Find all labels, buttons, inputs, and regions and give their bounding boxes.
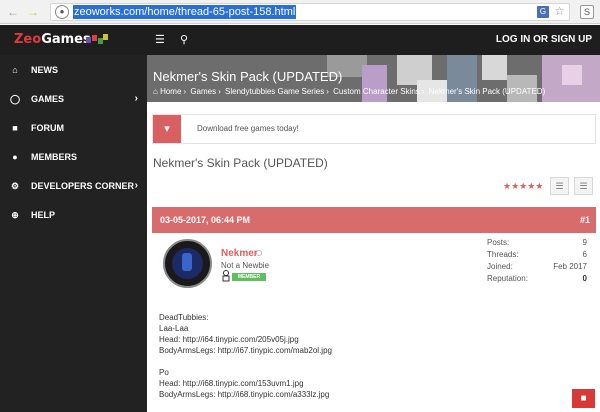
stat-posts: Posts: 9	[487, 238, 587, 247]
post-line: BodyArmsLegs: http://i67.tinypic.com/mab…	[159, 346, 332, 355]
url-text[interactable]: zeoworks.com/home/thread-65-post-158.htm…	[73, 5, 297, 19]
user-stats: Posts: 9 Threads: 6 Joined: Feb 2017 Rep…	[487, 237, 587, 285]
site-logo[interactable]: ZeoGames	[14, 32, 91, 47]
home-icon: ⌂	[12, 65, 18, 75]
stat-reputation: Reputation: 0	[487, 274, 587, 283]
download-icon: ▾	[153, 115, 181, 143]
sidebar-item-games[interactable]: ◯ GAMES ›	[0, 88, 147, 110]
post-line: Po	[159, 368, 169, 377]
breadcrumb-custom-skins[interactable]: Custom Character Skins	[333, 87, 420, 96]
sidebar-item-label: MEMBERS	[31, 152, 78, 162]
linear-view-icon[interactable]: ☰	[550, 177, 569, 195]
member-figure-icon	[222, 270, 230, 282]
menu-list-icon[interactable]: ☰	[155, 33, 165, 46]
gear-icon: ⚙	[10, 181, 20, 191]
globe-icon: ●	[55, 5, 69, 19]
banner-pixel-decor	[362, 65, 387, 102]
help-icon: ⊕	[11, 210, 19, 220]
breadcrumb-home[interactable]: Home	[160, 87, 181, 96]
notice-text: Download free games today!	[197, 124, 299, 133]
offline-status-icon	[256, 250, 262, 256]
users-icon: ●	[12, 152, 18, 162]
forward-arrow-icon[interactable]: →	[26, 5, 40, 19]
post-line: Laa-Laa	[159, 324, 189, 333]
sidebar: ⌂ NEWS ◯ GAMES › ■ FORUM ● MEMBERS ⚙ DEV…	[0, 55, 147, 412]
banner-pixel-decor	[482, 55, 507, 80]
logo-games-text: Games	[41, 32, 91, 47]
sidebar-item-label: GAMES	[31, 94, 65, 104]
breadcrumb-current: Nekmer's Skin Pack (UPDATED)	[428, 87, 546, 96]
home-icon: ⌂	[153, 87, 158, 96]
download-notice[interactable]: ▾ Download free games today!	[152, 114, 596, 144]
login-signup-link[interactable]: LOG IN OR SIGN UP	[496, 34, 592, 45]
post-line-blank	[159, 356, 332, 367]
sidebar-item-label: DEVELOPERS CORNER	[31, 181, 135, 191]
chevron-right-icon: ›	[134, 180, 138, 191]
sidebar-item-help[interactable]: ⊕ HELP	[0, 204, 147, 226]
member-badge: MEMBER	[232, 273, 266, 281]
sidebar-item-news[interactable]: ⌂ NEWS	[0, 59, 147, 81]
address-bar[interactable]: ● zeoworks.com/home/thread-65-post-158.h…	[50, 3, 570, 21]
post-username[interactable]: Nekmer	[221, 248, 258, 259]
sidebar-item-forum[interactable]: ■ FORUM	[0, 117, 147, 139]
sidebar-item-label: FORUM	[31, 123, 64, 133]
breadcrumb-games[interactable]: Games	[190, 87, 216, 96]
logo-characters-icon	[86, 33, 108, 47]
extension-icon[interactable]: S	[580, 5, 594, 19]
chevron-right-icon: ›	[134, 93, 138, 104]
sidebar-item-developers-corner[interactable]: ⚙ DEVELOPERS CORNER ›	[0, 175, 147, 197]
post-header: 03-05-2017, 06:44 PM #1	[152, 207, 596, 233]
chat-icon[interactable]: ■	[572, 389, 595, 408]
breadcrumb: ⌂ Home › Games › Slendytubbies Game Series…	[153, 87, 546, 96]
post-number[interactable]: #1	[580, 215, 590, 225]
sidebar-item-label: HELP	[31, 210, 56, 220]
thread-rating[interactable]: ★★★★★	[503, 181, 543, 192]
bookmark-star-icon[interactable]: ☆	[554, 4, 565, 18]
sidebar-item-label: NEWS	[31, 65, 58, 75]
back-arrow-icon[interactable]: ←	[6, 5, 20, 19]
post-line: DeadTubbies:	[159, 313, 209, 322]
post-line: BodyArmsLegs: http://i68.tinypic.com/a33…	[159, 390, 330, 399]
sidebar-item-members[interactable]: ● MEMBERS	[0, 146, 147, 168]
post-line: Head: http://i68.tinypic.com/153uvm1.jpg	[159, 379, 304, 388]
stat-joined: Joined: Feb 2017	[487, 262, 587, 271]
gamepad-icon: ◯	[10, 94, 21, 104]
stat-threads: Threads: 6	[487, 250, 587, 259]
thread-title: Nekmer's Skin Pack (UPDATED)	[153, 156, 328, 170]
post-date: 03-05-2017, 06:44 PM	[160, 215, 251, 225]
breadcrumb-game-series[interactable]: Slendytubbies Game Series	[225, 87, 324, 96]
chat-icon: ■	[12, 123, 18, 133]
banner-title: Nekmer's Skin Pack (UPDATED)	[153, 69, 343, 84]
post-content: DeadTubbies: Laa-Laa Head: http://i64.ti…	[159, 312, 332, 400]
browser-toolbar: ← → ● zeoworks.com/home/thread-65-post-1…	[0, 0, 600, 24]
site-header: ZeoGames ☰ ⚲ LOG IN OR SIGN UP	[0, 25, 600, 55]
thread-banner: Nekmer's Skin Pack (UPDATED) ⌂ Home › Gam…	[147, 55, 600, 102]
avatar[interactable]	[163, 239, 212, 288]
banner-pixel-decor	[562, 65, 582, 85]
logo-zeo-text: Zeo	[14, 32, 42, 47]
user-title: Not a Newbie	[221, 261, 270, 270]
search-icon[interactable]: ⚲	[180, 33, 188, 46]
translate-icon[interactable]: G	[537, 6, 549, 18]
post-line: Head: http://i64.tinypic.com/205v05j.jpg	[159, 335, 299, 344]
threaded-view-icon[interactable]: ☰	[574, 177, 593, 195]
